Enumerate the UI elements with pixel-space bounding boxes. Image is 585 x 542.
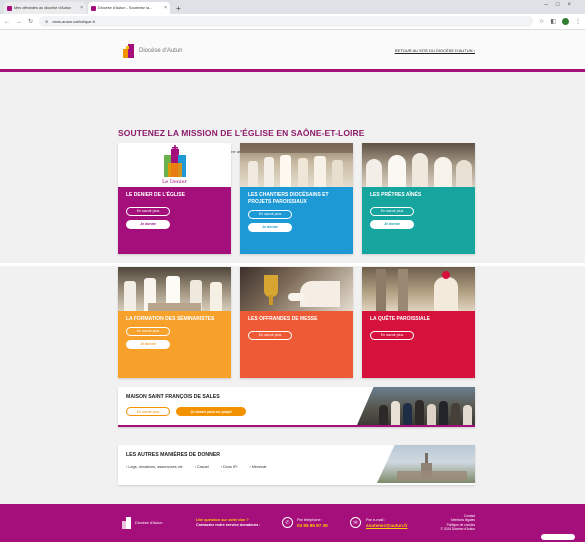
card-quete-paroissiale[interactable]: LA QUÊTE PAROISSIALE En savoir plus — [362, 267, 475, 378]
diocese-logo-icon — [122, 517, 132, 529]
give-button[interactable]: Je donne — [248, 222, 292, 232]
card-body: LE DENIER DE L'ÉGLISE En savoir plus Je … — [118, 187, 231, 254]
page-title: SOUTENEZ LA MISSION DE L'ÉGLISE EN SAÔNE… — [118, 128, 365, 138]
question-subtitle: Contactez notre service donateurs : — [196, 522, 261, 527]
footer-email[interactable]: Par e-mail : soutenez@autun.fr — [366, 518, 408, 529]
browser-tab-title: Mes offrandes au diocèse d'Autun — [14, 6, 72, 10]
card-accent-bar — [118, 425, 475, 427]
favicon-icon — [7, 5, 12, 11]
seminaristes-image — [118, 267, 231, 311]
footer-phone[interactable]: Par téléphone : 03 85 86 97 39 — [297, 518, 328, 529]
maison-group-photo — [357, 387, 475, 425]
other-way-item[interactable]: › Legs, donations, assurances vie — [126, 465, 183, 469]
learn-more-button[interactable]: En savoir plus — [248, 330, 292, 340]
page: Diocèse d'Autun RETOUR AU SITE DU DIOCÈS… — [0, 30, 585, 542]
give-button[interactable]: Je donne — [126, 339, 170, 349]
section-divider — [0, 263, 585, 266]
browser-tab-title: Diocèse d'Autun - Soutenez la... — [98, 6, 153, 10]
card-body: LA QUÊTE PAROISSIALE En savoir plus — [362, 311, 475, 378]
site-info-icon[interactable]: ⊕ — [45, 19, 48, 24]
learn-more-button[interactable]: En savoir plus — [126, 407, 170, 416]
diocese-logo-icon — [123, 44, 135, 58]
card-pretres-aines[interactable]: LES PRÊTRES AÎNÉS En savoir plus Je donn… — [362, 143, 475, 254]
pretres-image — [362, 143, 475, 187]
landscape-photo — [377, 445, 475, 483]
learn-more-button[interactable]: En savoir plus — [248, 209, 292, 219]
learn-more-button[interactable]: En savoir plus — [126, 326, 170, 336]
card-denier[interactable]: Le Denier LE DENIER DE L'ÉGLISE En savoi… — [118, 143, 231, 254]
new-tab-icon[interactable]: + — [172, 4, 185, 14]
donation-cards-row-2: LA FORMATION DES SÉMINARISTES En savoir … — [118, 267, 475, 378]
bookmark-star-icon[interactable]: ☆ — [539, 18, 544, 25]
card-body: LA FORMATION DES SÉMINARISTES En savoir … — [118, 311, 231, 378]
other-ways-card: LES AUTRES MANIÈRES DE DONNER › Legs, do… — [118, 445, 475, 485]
email-icon: ✉ — [350, 517, 361, 528]
site-header: Diocèse d'Autun RETOUR AU SITE DU DIOCÈS… — [0, 30, 585, 72]
card-body: LES PRÊTRES AÎNÉS En savoir plus Je donn… — [362, 187, 475, 254]
address-bar[interactable]: ⊕ dons.autun.catholique.fr — [39, 16, 533, 27]
menu-icon[interactable]: ⋮ — [575, 18, 581, 25]
scroll-top-button[interactable] — [541, 534, 575, 540]
other-way-label: Legs, donations, assurances vie — [128, 465, 183, 469]
forward-arrow-icon[interactable]: → — [16, 19, 22, 25]
card-chantiers[interactable]: LES CHANTIERS DIOCÉSAINS ET PROJETS PARO… — [240, 143, 353, 254]
profile-avatar[interactable] — [562, 18, 569, 25]
back-arrow-icon[interactable]: ← — [4, 19, 10, 25]
card-offrandes-messe[interactable]: LES OFFRANDES DE MESSE En savoir plus — [240, 267, 353, 378]
close-tab-icon[interactable]: × — [80, 5, 83, 11]
close-tab-icon[interactable]: × — [164, 5, 167, 11]
url-text: dons.autun.catholique.fr — [52, 19, 96, 24]
give-button[interactable]: Je donne — [370, 219, 414, 229]
other-way-item[interactable]: › Mécénat — [249, 465, 266, 469]
denier-image: Le Denier — [118, 143, 231, 187]
donation-cards-row-1: Le Denier LE DENIER DE L'ÉGLISE En savoi… — [118, 143, 475, 254]
site-footer: Diocèse d'Autun Une question sur votre d… — [0, 504, 585, 542]
other-way-label: Dons IFI — [223, 465, 238, 469]
give-button[interactable]: Je donne — [126, 219, 170, 229]
favicon-icon — [91, 5, 96, 11]
card-title: LES CHANTIERS DIOCÉSAINS ET PROJETS PARO… — [248, 192, 329, 205]
browser-tab-1[interactable]: Mes offrandes au diocèse d'Autun × — [4, 2, 86, 14]
learn-more-button[interactable]: En savoir plus — [370, 330, 414, 340]
copyright: © 2024 Diocèse d'Autun — [440, 527, 475, 532]
browser-toolbar: ← → ↻ ⊕ dons.autun.catholique.fr ☆ ◧ ⋮ — [0, 14, 585, 30]
other-way-item[interactable]: › Dons IFI — [221, 465, 238, 469]
donor-question: Une question sur votre don ? Contactez n… — [196, 518, 261, 528]
other-way-item[interactable]: › Casuel — [195, 465, 209, 469]
maison-title: MAISON SAINT FRANÇOIS DE SALES — [126, 394, 220, 400]
quete-image — [362, 267, 475, 311]
window-controls[interactable]: –□× — [545, 2, 579, 8]
learn-more-button[interactable]: En savoir plus — [126, 206, 170, 216]
footer-logo[interactable]: Diocèse d'Autun — [122, 517, 163, 529]
give-project-button[interactable]: Je donne pour un projet — [176, 407, 246, 416]
phone-icon: ✆ — [282, 517, 293, 528]
learn-more-button[interactable]: En savoir plus — [370, 206, 414, 216]
other-ways-title: LES AUTRES MANIÈRES DE DONNER — [126, 452, 221, 458]
card-seminaristes[interactable]: LA FORMATION DES SÉMINARISTES En savoir … — [118, 267, 231, 378]
footer-links: Contact Mentions légales Politique de co… — [441, 514, 475, 532]
denier-image-caption: Le Denier — [161, 179, 187, 185]
browser-tabstrip: Mes offrandes au diocèse d'Autun × Diocè… — [0, 0, 585, 14]
card-title: LES OFFRANDES DE MESSE — [248, 316, 318, 322]
phone-number: 03 85 86 97 39 — [297, 522, 328, 528]
other-way-label: Mécénat — [251, 465, 267, 469]
other-way-label: Casuel — [196, 465, 209, 469]
card-title: LA QUÊTE PAROISSIALE — [370, 316, 431, 322]
footer-site-name: Diocèse d'Autun — [135, 520, 163, 525]
card-title: LE DENIER DE L'ÉGLISE — [126, 192, 185, 198]
chantiers-image — [240, 143, 353, 187]
reload-icon[interactable]: ↻ — [28, 18, 33, 25]
card-body: LES OFFRANDES DE MESSE En savoir plus — [240, 311, 353, 378]
card-title: LA FORMATION DES SÉMINARISTES — [126, 316, 215, 322]
card-body: LES CHANTIERS DIOCÉSAINS ET PROJETS PARO… — [240, 187, 353, 254]
maison-saint-francois-card[interactable]: MAISON SAINT FRANÇOIS DE SALES En savoir… — [118, 387, 475, 427]
browser-tab-2[interactable]: Diocèse d'Autun - Soutenez la... × — [88, 2, 170, 14]
offrandes-image — [240, 267, 353, 311]
email-address: soutenez@autun.fr — [366, 522, 408, 528]
site-name: Diocèse d'Autun — [139, 48, 183, 54]
extensions-icon[interactable]: ◧ — [550, 18, 556, 25]
card-title: LES PRÊTRES AÎNÉS — [370, 192, 422, 198]
site-logo[interactable]: Diocèse d'Autun — [123, 44, 183, 58]
back-to-diocese-link[interactable]: RETOUR AU SITE DU DIOCÈSE D'AUTUN › — [395, 48, 475, 53]
